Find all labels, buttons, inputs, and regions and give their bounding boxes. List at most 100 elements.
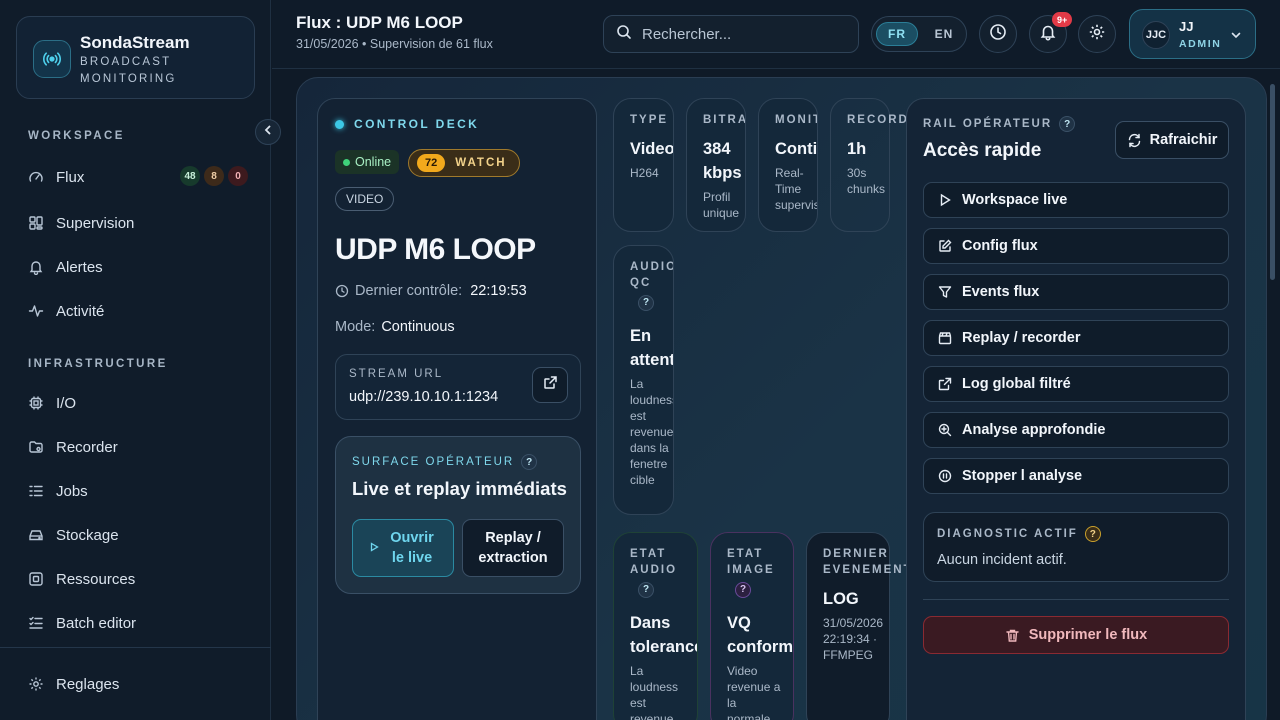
sidebar-item-label: Reglages <box>56 675 120 693</box>
search-box[interactable] <box>603 15 859 53</box>
action-log-global[interactable]: Log global filtré <box>923 366 1229 402</box>
control-deck-label: CONTROL DECK <box>335 117 479 131</box>
sidebar-item-batch-editor[interactable]: Batch editor <box>28 610 248 636</box>
metric-sub: Profil unique <box>703 190 740 220</box>
last-check: Dernier contrôle: 22:19:53 <box>335 283 527 299</box>
replay-extraction-button[interactable]: Replay / extraction <box>462 519 564 577</box>
refresh-icon <box>1127 133 1142 148</box>
sidebar-item-label: Activité <box>56 302 105 320</box>
sidebar-item-recorder[interactable]: Recorder <box>28 434 248 460</box>
surface-label-text: SURFACE OPÉRATEUR <box>352 456 515 468</box>
sidebar: SondaStream BROADCAST MONITORING WORKSPA… <box>0 0 271 720</box>
clock-icon <box>335 284 349 298</box>
metric-card-etat-audio: ETAT AUDIO? Dans tolerance La loudness e… <box>613 532 698 720</box>
workspace-section-title: WORKSPACE <box>28 130 125 142</box>
sidebar-item-label: Recorder <box>56 438 118 456</box>
action-replay-recorder[interactable]: Replay / recorder <box>923 320 1229 356</box>
sidebar-item-label: Flux <box>56 168 85 186</box>
zoom-icon <box>937 422 953 438</box>
sidebar-item-stockage[interactable]: Stockage <box>28 522 248 548</box>
sidebar-item-label: Ressources <box>56 570 136 588</box>
brand-card[interactable]: SondaStream BROADCAST MONITORING <box>16 16 255 99</box>
sidebar-item-flux[interactable]: Flux 48 8 0 <box>28 164 248 190</box>
sidebar-divider <box>0 647 271 648</box>
delete-label: Supprimer le flux <box>1028 627 1148 643</box>
sidebar-item-ressources[interactable]: Ressources <box>28 566 248 592</box>
open-url-button[interactable] <box>532 367 568 403</box>
help-icon[interactable]: ? <box>1059 116 1076 132</box>
sidebar-item-activite[interactable]: Activité <box>28 298 248 324</box>
action-config-flux[interactable]: Config flux <box>923 228 1229 264</box>
online-dot-icon <box>343 158 350 166</box>
status-text: Online <box>355 155 392 169</box>
lang-en-button[interactable]: EN <box>926 22 962 46</box>
action-analyse-approfondie[interactable]: Analyse approfondie <box>923 412 1229 448</box>
action-label: Log global filtré <box>962 376 1071 392</box>
user-menu[interactable]: JJC JJ ADMIN <box>1129 9 1256 59</box>
refresh-label: Rafraichir <box>1149 132 1218 148</box>
operator-rail: RAIL OPÉRATEUR? Accès rapide Rafraichir … <box>906 98 1246 720</box>
diagnostic-label: DIAGNOSTIC ACTIF? <box>937 526 1101 542</box>
sidebar-item-label: Jobs <box>56 482 88 500</box>
control-deck: CONTROL DECK Online 72 WATCH VIDEO UDP M… <box>317 98 597 720</box>
diagnostic-label-text: DIAGNOSTIC ACTIF <box>937 528 1078 540</box>
metric-label-text: ETAT AUDIO <box>630 548 678 576</box>
help-icon[interactable]: ? <box>521 454 538 470</box>
help-icon[interactable]: ? <box>1084 526 1101 542</box>
last-check-label: Dernier contrôle: <box>355 283 463 299</box>
checklist-icon <box>28 615 44 631</box>
sidebar-item-supervision[interactable]: Supervision <box>28 210 248 236</box>
action-workspace-live[interactable]: Workspace live <box>923 182 1229 218</box>
help-icon[interactable]: ? <box>638 295 654 311</box>
metric-label-text: AUDIO QC <box>630 261 674 289</box>
metric-label: AUDIO QC? <box>630 259 673 311</box>
sidebar-item-jobs[interactable]: Jobs <box>28 478 248 504</box>
gear-icon <box>1088 23 1106 46</box>
sidebar-item-reglages[interactable]: Reglages <box>28 671 248 697</box>
rail-title: Accès rapide <box>923 140 1042 161</box>
action-stopper-analyse[interactable]: Stopper l analyse <box>923 458 1229 494</box>
page-title: Flux : UDP M6 LOOP <box>296 13 463 32</box>
settings-button[interactable] <box>1078 15 1116 53</box>
metric-card-audio-qc: AUDIO QC? En attente La loudness est rev… <box>613 245 674 515</box>
last-check-value: 22:19:53 <box>470 283 527 299</box>
language-switch: FR EN <box>871 16 967 52</box>
collapse-sidebar-button[interactable] <box>255 119 281 145</box>
notifications-button[interactable]: 9+ <box>1029 12 1073 53</box>
scrollbar-thumb[interactable] <box>1270 84 1275 280</box>
metric-value: 384 kbps <box>703 140 742 182</box>
history-button[interactable] <box>979 15 1017 53</box>
clock-icon <box>989 23 1007 46</box>
filter-icon <box>937 284 953 300</box>
help-icon[interactable]: ? <box>638 582 654 598</box>
search-input[interactable] <box>642 25 842 43</box>
surface-label: SURFACE OPÉRATEUR? <box>352 454 538 470</box>
brand-subtitle: BROADCAST MONITORING <box>80 56 177 85</box>
metric-value: Continuous <box>775 140 818 158</box>
sidebar-item-io[interactable]: I/O <box>28 390 248 416</box>
folder-icon <box>28 439 44 455</box>
delete-flux-button[interactable]: Supprimer le flux <box>923 616 1229 654</box>
brand-name: SondaStream <box>80 33 190 52</box>
open-live-label: Ouvrir le live <box>390 530 434 566</box>
metric-card-monitoring: MONITORING Continuous Real-Time supervis… <box>758 98 818 232</box>
sidebar-item-alertes[interactable]: Alertes <box>28 254 248 280</box>
broadcast-icon <box>33 40 71 78</box>
external-link-icon <box>543 375 558 395</box>
metric-label: BITRATE <box>703 114 746 126</box>
pause-icon <box>937 468 953 484</box>
action-events-flux[interactable]: Events flux <box>923 274 1229 310</box>
user-name: JJ <box>1179 19 1194 34</box>
action-label: Stopper l analyse <box>962 468 1083 484</box>
score-label: WATCH <box>455 157 507 169</box>
bell-icon <box>1039 23 1057 46</box>
refresh-button[interactable]: Rafraichir <box>1115 121 1229 159</box>
action-label: Config flux <box>962 238 1038 254</box>
action-label: Events flux <box>962 284 1040 300</box>
play-icon <box>369 538 379 558</box>
lang-fr-button[interactable]: FR <box>876 22 918 46</box>
stream-url-value: udp://239.10.10.1:1234 <box>349 389 499 405</box>
help-icon[interactable]: ? <box>735 582 751 598</box>
avatar: JJC <box>1142 21 1170 49</box>
open-live-button[interactable]: Ouvrir le live <box>352 519 454 577</box>
